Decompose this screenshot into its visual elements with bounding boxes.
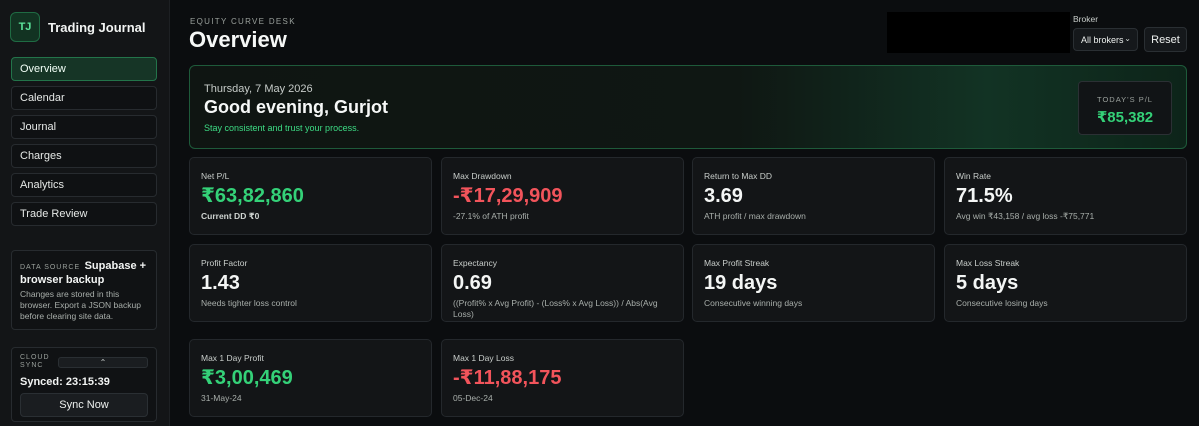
chevron-up-icon: ⌃ (99, 357, 107, 367)
card-subtext: Current DD ₹0 (201, 211, 260, 221)
card-max-1-day-loss: Max 1 Day Loss -₹11,88,175 05-Dec-24 (441, 339, 684, 417)
card-label: Max Loss Streak (956, 258, 1020, 268)
redacted-area (887, 12, 1070, 53)
current-date: Thursday, 7 May 2026 (204, 83, 313, 95)
card-value: -₹17,29,909 (453, 185, 563, 207)
todays-pl-value: ₹85,382 (1096, 109, 1154, 126)
card-label: Max 1 Day Profit (201, 353, 264, 363)
card-subtext: Needs tighter loss control (201, 298, 297, 308)
card-label: Expectancy (453, 258, 497, 268)
tagline: Stay consistent and trust your process. (204, 123, 360, 133)
broker-select[interactable]: All brokers ⌄ (1073, 28, 1138, 51)
card-return-to-max-dd: Return to Max DD 3.69 ATH profit / max d… (692, 157, 935, 235)
greeting: Good evening, Gurjot (204, 97, 388, 117)
sidebar-item-journal[interactable]: Journal (11, 115, 157, 139)
sidebar-item-analytics[interactable]: Analytics (11, 173, 157, 197)
card-value: 71.5% (956, 185, 1013, 207)
greeting-banner: Thursday, 7 May 2026 Good evening, Gurjo… (189, 65, 1187, 149)
todays-pl-card: TODAY'S P/L ₹85,382 (1078, 81, 1172, 135)
brand[interactable]: TJ Trading Journal (10, 12, 146, 42)
broker-select-value: All brokers (1081, 34, 1124, 45)
card-value: 3.69 (704, 185, 743, 207)
card-subtext: Consecutive losing days (956, 298, 1048, 308)
cloud-sync-panel: CLOUD SYNC ⌃ Synced: 23:15:39 Sync Now (11, 347, 157, 422)
sidebar-item-charges[interactable]: Charges (11, 144, 157, 168)
card-label: Win Rate (956, 171, 991, 181)
card-expectancy: Expectancy 0.69 ((Profit% x Avg Profit) … (441, 244, 684, 322)
card-subtext: ATH profit / max drawdown (704, 211, 806, 221)
sync-status: Synced: 23:15:39 (20, 376, 110, 388)
todays-pl-label: TODAY'S P/L (1097, 95, 1153, 104)
sidebar-item-calendar[interactable]: Calendar (11, 86, 157, 110)
card-value: 5 days (956, 272, 1019, 294)
card-label: Max Profit Streak (704, 258, 770, 268)
data-source-panel: DATA SOURCE Supabase + browser backup Ch… (11, 250, 157, 330)
cloud-sync-toggle[interactable]: ⌃ (58, 356, 148, 368)
card-max-profit-streak: Max Profit Streak 19 days Consecutive wi… (692, 244, 935, 322)
card-value: ₹3,00,469 (201, 367, 293, 389)
card-subtext: 05-Dec-24 (453, 393, 493, 403)
card-value: 0.69 (453, 272, 492, 294)
reset-button[interactable]: Reset (1144, 27, 1187, 52)
card-max-loss-streak: Max Loss Streak 5 days Consecutive losin… (944, 244, 1187, 322)
data-source-description: Changes are stored in this browser. Expo… (20, 289, 141, 321)
card-label: Profit Factor (201, 258, 248, 268)
brand-logo: TJ (10, 12, 40, 42)
sidebar-item-trade-review[interactable]: Trade Review (11, 202, 157, 226)
chevron-down-icon: ⌄ (1124, 34, 1131, 43)
sync-now-button[interactable]: Sync Now (20, 393, 148, 417)
card-subtext: Avg win ₹43,158 / avg loss -₹75,771 (956, 211, 1095, 221)
card-value: -₹11,88,175 (453, 367, 562, 389)
page-eyebrow: EQUITY CURVE DESK (190, 17, 296, 26)
card-label: Max 1 Day Loss (453, 353, 514, 363)
card-label: Return to Max DD (704, 171, 773, 181)
card-label: Net P/L (201, 171, 230, 181)
card-subtext: -27.1% of ATH profit (453, 211, 529, 221)
card-value: 1.43 (201, 272, 240, 294)
sidebar-item-overview[interactable]: Overview (11, 57, 157, 81)
brand-name: Trading Journal (48, 19, 146, 35)
card-max-1-day-profit: Max 1 Day Profit ₹3,00,469 31-May-24 (189, 339, 432, 417)
card-subtext: 31-May-24 (201, 393, 242, 403)
card-value: 19 days (704, 272, 778, 294)
cloud-sync-label: CLOUD SYNC (20, 354, 50, 369)
page-title: Overview (189, 27, 287, 52)
card-net-pl: Net P/L ₹63,82,860 Current DD ₹0 (189, 157, 432, 235)
card-label: Max Drawdown (453, 171, 512, 181)
sidebar: TJ Trading Journal Overview Calendar Jou… (0, 0, 170, 426)
data-source-label: DATA SOURCE (20, 264, 81, 271)
card-win-rate: Win Rate 71.5% Avg win ₹43,158 / avg los… (944, 157, 1187, 235)
card-max-drawdown: Max Drawdown -₹17,29,909 -27.1% of ATH p… (441, 157, 684, 235)
card-value: ₹63,82,860 (201, 185, 304, 207)
broker-label: Broker (1073, 14, 1099, 24)
card-profit-factor: Profit Factor 1.43 Needs tighter loss co… (189, 244, 432, 322)
card-subtext: Consecutive winning days (704, 298, 803, 308)
sidebar-nav: Overview Calendar Journal Charges Analyt… (11, 57, 157, 231)
card-subtext: ((Profit% x Avg Profit) - (Loss% x Avg L… (453, 298, 658, 319)
